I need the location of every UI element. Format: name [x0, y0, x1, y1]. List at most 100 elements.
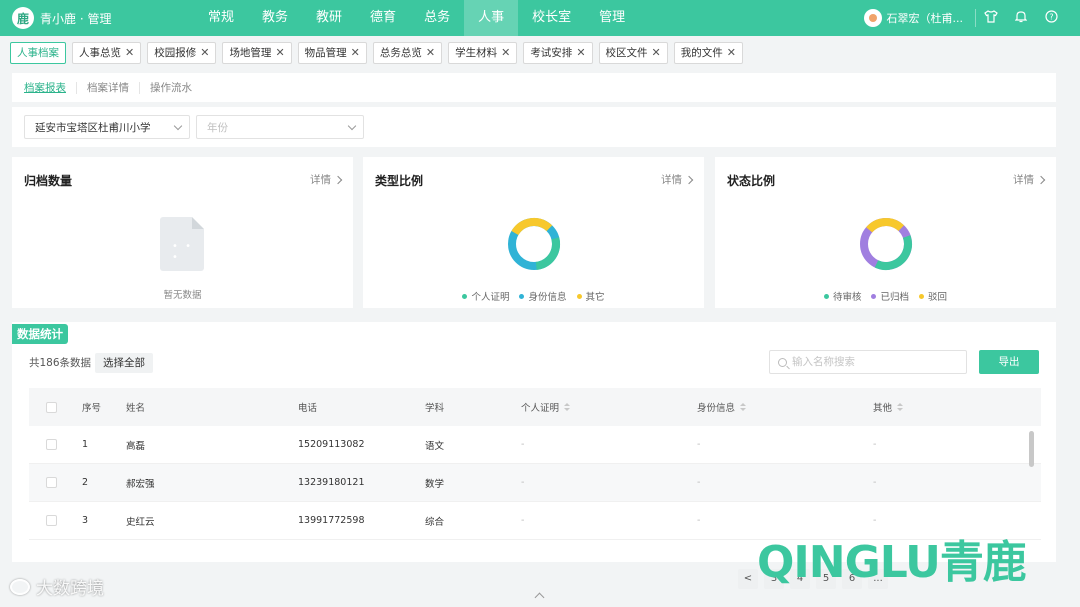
- close-icon[interactable]: ✕: [200, 43, 209, 63]
- table-header: 序号 姓名 电话 学科 个人证明 身份信息 其他: [29, 388, 1041, 426]
- close-icon[interactable]: ✕: [501, 43, 510, 63]
- nav-item[interactable]: 总务: [410, 0, 464, 36]
- column-header-other[interactable]: 其他: [873, 400, 1013, 414]
- legend-label: 个人证明: [471, 292, 510, 303]
- search-icon: [778, 357, 787, 367]
- legend-item[interactable]: 已归档: [871, 289, 909, 303]
- close-icon[interactable]: ✕: [576, 43, 585, 63]
- page-tab[interactable]: 学生材料 ✕: [448, 42, 518, 64]
- cell-no: 3: [82, 515, 89, 526]
- sort-icon[interactable]: [740, 403, 747, 411]
- search-input[interactable]: [792, 356, 962, 368]
- select-all-checkbox[interactable]: [46, 401, 57, 413]
- year-select[interactable]: 年份: [196, 115, 364, 139]
- export-button[interactable]: 导出: [979, 350, 1039, 374]
- details-link[interactable]: 详情: [1013, 172, 1046, 187]
- help-icon[interactable]: ?: [1036, 9, 1066, 27]
- legend-dot-icon: [919, 293, 924, 299]
- page-tab[interactable]: 总务总览 ✕: [372, 42, 443, 64]
- page-tab[interactable]: 人事总览 ✕: [72, 42, 142, 64]
- legend-dot-icon: [519, 293, 525, 299]
- column-header-personal[interactable]: 个人证明: [521, 400, 697, 414]
- nav-item[interactable]: 教研: [302, 0, 356, 36]
- column-header-no: 序号: [82, 403, 102, 414]
- legend-item[interactable]: 身份信息: [519, 289, 567, 303]
- nav-item[interactable]: 教务: [248, 0, 302, 36]
- year-select-placeholder: 年份: [207, 121, 228, 134]
- cell-other: -: [873, 515, 877, 526]
- main-nav: 常规 教务 教研 德育 总务 人事 校长室 管理: [194, 0, 639, 36]
- legend-dot-icon: [462, 293, 468, 299]
- status-ratio-donut: [860, 218, 912, 270]
- cell-personal: -: [521, 515, 525, 526]
- nav-item[interactable]: 管理: [585, 0, 639, 36]
- legend-item[interactable]: 驳回: [919, 289, 947, 303]
- close-icon[interactable]: ✕: [275, 43, 284, 63]
- section-title: 数据统计: [12, 324, 68, 344]
- legend-item[interactable]: 待审核: [823, 289, 861, 303]
- page-tab-label: 考试安排: [530, 47, 573, 59]
- data-statistics-panel: 数据统计 共186条数据 选择全部 导出 序号 姓名 电话 学科 个人证明 身份…: [12, 322, 1056, 562]
- table-row[interactable]: 3 史红云 13991772598 综合 - - -: [29, 502, 1041, 540]
- column-header-name: 姓名: [126, 403, 146, 414]
- legend-item[interactable]: 其它: [576, 289, 605, 303]
- sub-tab[interactable]: 操作流水: [140, 82, 202, 94]
- sort-icon[interactable]: [897, 403, 904, 411]
- column-header-label: 其他: [873, 403, 893, 414]
- shirt-icon[interactable]: [976, 9, 1006, 27]
- chevron-down-icon: [347, 121, 357, 130]
- nav-item[interactable]: 人事: [464, 0, 519, 36]
- details-link-label: 详情: [1013, 174, 1034, 186]
- cell-other: -: [873, 439, 877, 450]
- close-icon[interactable]: ✕: [426, 43, 435, 63]
- row-checkbox[interactable]: [46, 477, 57, 488]
- close-icon[interactable]: ✕: [652, 43, 661, 63]
- page-tab[interactable]: 校区文件 ✕: [598, 42, 668, 64]
- close-icon[interactable]: ✕: [727, 43, 736, 63]
- table-body: 1 高磊 15209113082 语文 - - -2 郝宏强 13239180121 数学 - - -3…: [29, 426, 1041, 540]
- row-checkbox[interactable]: [46, 515, 57, 526]
- page-tab[interactable]: 校园报修 ✕: [147, 42, 217, 64]
- search-box[interactable]: [769, 350, 967, 374]
- brand-logo-icon: 鹿: [12, 7, 34, 29]
- school-select[interactable]: 延安市宝塔区杜甫川小学: [24, 115, 190, 139]
- page-tab[interactable]: 我的文件 ✕: [673, 42, 743, 64]
- nav-item[interactable]: 校长室: [518, 0, 585, 36]
- close-icon[interactable]: ✕: [125, 43, 134, 63]
- nav-item[interactable]: 常规: [194, 0, 248, 36]
- column-header-identity[interactable]: 身份信息: [697, 400, 873, 414]
- page-tab[interactable]: 人事档案: [10, 42, 66, 64]
- table-scrollbar[interactable]: [1029, 431, 1034, 467]
- sub-tab[interactable]: 档案详情: [77, 81, 140, 94]
- chevron-right-icon: [684, 175, 694, 184]
- details-link[interactable]: 详情: [310, 172, 343, 187]
- user-menu[interactable]: 石翠宏（杜甫...: [852, 9, 976, 27]
- table-row[interactable]: 1 高磊 15209113082 语文 - - -: [29, 426, 1041, 464]
- row-checkbox[interactable]: [46, 439, 57, 450]
- page-tab[interactable]: 物品管理 ✕: [297, 42, 367, 64]
- bell-icon[interactable]: [1006, 10, 1036, 27]
- page-tab[interactable]: 考试安排 ✕: [523, 42, 593, 64]
- details-link[interactable]: 详情: [661, 172, 694, 187]
- sort-icon[interactable]: [564, 403, 571, 411]
- cell-subject: 语文: [425, 440, 445, 452]
- close-icon[interactable]: ✕: [351, 43, 360, 63]
- legend-item[interactable]: 个人证明: [462, 289, 509, 303]
- nav-item[interactable]: 德育: [356, 0, 410, 36]
- table-row[interactable]: 2 郝宏强 13239180121 数学 - - -: [29, 464, 1041, 502]
- legend-dot-icon: [576, 293, 582, 299]
- sub-tabs: 档案报表 档案详情 操作流水: [12, 73, 1056, 102]
- brand-name: 青小鹿 · 管理: [40, 11, 112, 26]
- legend-label: 身份信息: [528, 292, 567, 303]
- chevron-up-icon[interactable]: [534, 592, 545, 603]
- avatar: [863, 9, 882, 27]
- select-all-button[interactable]: 选择全部: [95, 353, 153, 373]
- cell-name: 高磊: [126, 440, 146, 452]
- page-button[interactable]: <: [738, 569, 758, 589]
- brand[interactable]: 鹿 青小鹿 · 管理: [0, 7, 190, 29]
- page-tabs: 人事档案 人事总览 ✕ 校园报修 ✕ 场地管理 ✕ 物品管理 ✕ 总务总览 ✕ 学生材料 ✕ 考试安排 ✕ 校…: [10, 42, 743, 66]
- sub-tab[interactable]: 档案报表: [24, 81, 77, 94]
- watermark-right: QINGLU青鹿: [757, 537, 1027, 588]
- page-tab[interactable]: 场地管理 ✕: [222, 42, 292, 64]
- type-ratio-donut: [508, 218, 560, 270]
